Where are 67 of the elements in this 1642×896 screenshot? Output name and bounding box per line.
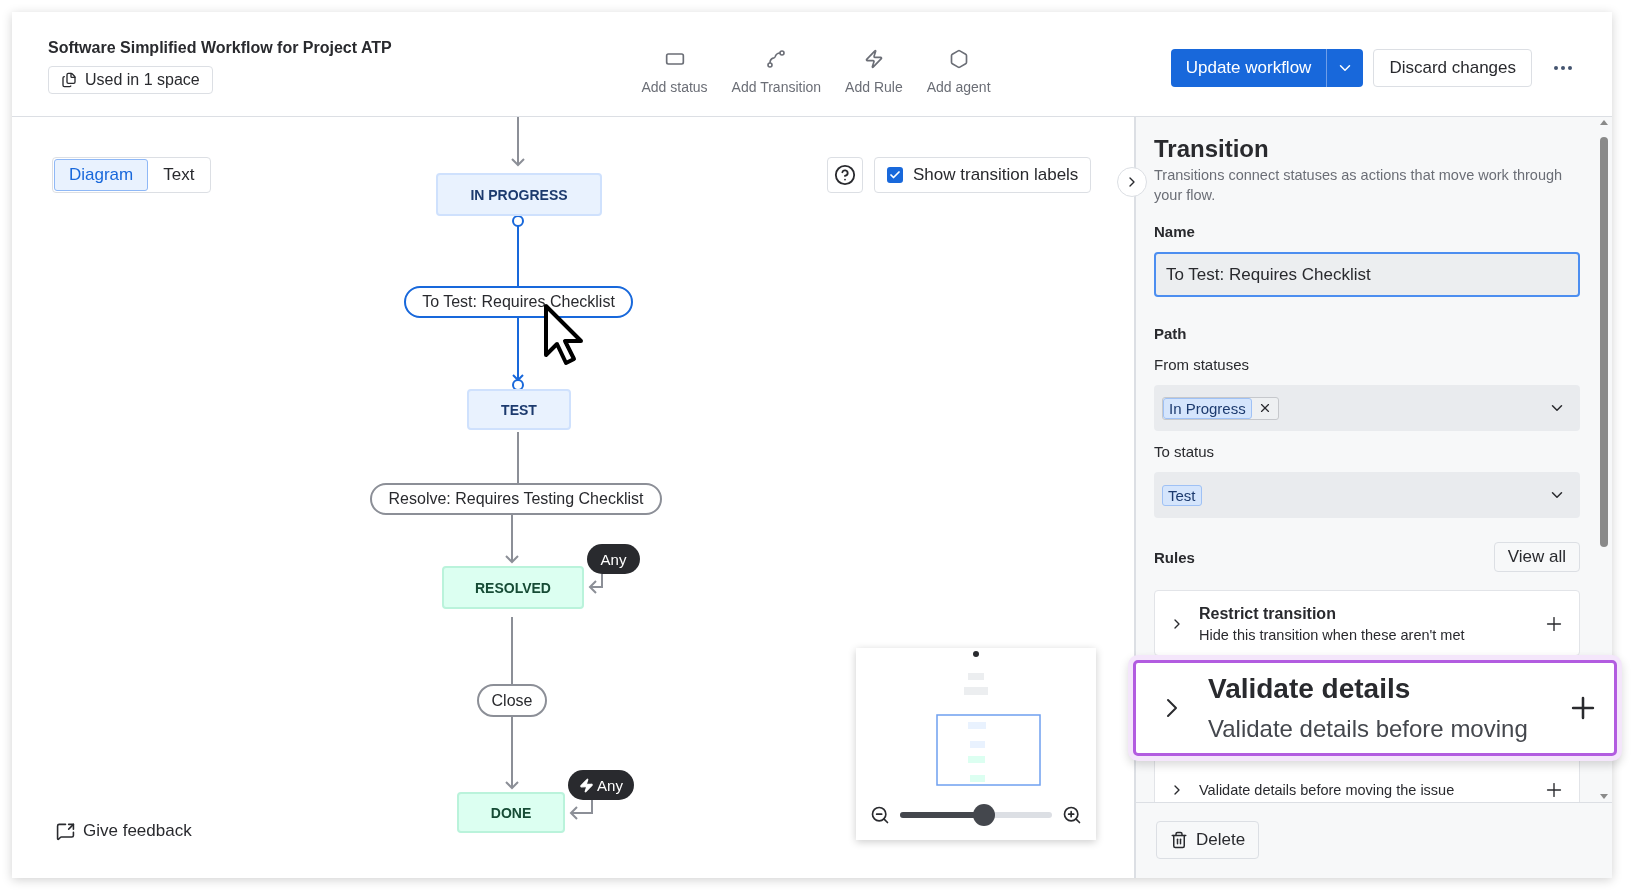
status-node[interactable]: TEST [467, 389, 571, 430]
section-label: Rules [1154, 548, 1195, 566]
view-tab[interactable]: Diagram [54, 159, 149, 191]
status-node[interactable]: IN PROGRESS [436, 173, 602, 216]
status-node[interactable]: DONE [457, 792, 565, 833]
update-workflow-button[interactable]: Update workflow [1170, 49, 1327, 87]
usage-button[interactable]: Used in 1 space [48, 66, 213, 94]
rule-card[interactable]: Restrict transition Hide this transition when these aren't met [1154, 590, 1580, 656]
scrollbar[interactable] [1598, 119, 1610, 800]
section-label: Path [1154, 325, 1188, 342]
name-input[interactable]: To Test: Requires Checklist [1154, 252, 1580, 297]
toolbar-button[interactable]: Add Transition [729, 45, 824, 99]
scroll-down-icon[interactable] [1599, 794, 1609, 800]
documents-icon [61, 72, 77, 88]
transition-label[interactable]: Close [477, 684, 547, 717]
help-icon [834, 164, 856, 186]
connector-arrow [569, 799, 593, 820]
zoom-out-icon[interactable] [870, 805, 890, 825]
hexagon-icon [948, 49, 969, 69]
minimap[interactable] [856, 648, 1096, 840]
panel-description: Transitions connect statuses as actions that move work through your flow. [1154, 166, 1564, 205]
help-button[interactable] [827, 157, 863, 193]
callout-title: Validate details [1208, 673, 1412, 705]
path-icon [766, 49, 787, 69]
status-tag: In Progress [1163, 397, 1252, 419]
global-transition-label[interactable]: Any [568, 770, 634, 800]
discard-button[interactable]: Discard changes [1373, 49, 1532, 87]
dropdown-button[interactable] [1326, 49, 1364, 87]
show-labels-checkbox[interactable]: Show transition labels [874, 157, 1092, 193]
collapse-panel-button[interactable] [1117, 167, 1147, 197]
transition-label[interactable]: To Test: Requires Checklist [404, 286, 633, 318]
toolbar-button[interactable]: Add agent [924, 45, 993, 99]
feedback-button[interactable]: Give feedback [52, 817, 196, 845]
toolbar-button[interactable]: Add status [639, 45, 710, 99]
transition-label[interactable]: Resolve: Requires Testing Checklist [370, 483, 662, 515]
scroll-up-icon[interactable] [1599, 119, 1609, 125]
delete-button[interactable]: Delete [1156, 821, 1260, 859]
more-icon [1554, 66, 1572, 70]
status-chip[interactable]: In Progress [1162, 396, 1279, 420]
lightning-icon [579, 777, 595, 793]
rule-description: Validate details before moving the issue [1199, 782, 1456, 798]
global-transition-label[interactable]: Any [587, 544, 640, 574]
to-status-select[interactable]: Test [1154, 472, 1580, 518]
lightning-icon [863, 49, 884, 69]
workflow-title: Software Simplified Workflow for Project ATP [48, 39, 392, 57]
check-icon [889, 169, 901, 181]
view-all-button[interactable]: View all [1493, 542, 1580, 572]
zoom-in-icon[interactable] [1062, 805, 1082, 825]
callout-description: Validate details before moving [1208, 715, 1529, 743]
status-node[interactable]: RESOLVED [442, 566, 584, 609]
feedback-icon [56, 821, 75, 841]
checkbox[interactable] [887, 167, 903, 183]
field-label: From statuses [1154, 356, 1251, 373]
toolbar-button[interactable]: Add Rule [843, 45, 905, 99]
panel-title: Transition [1154, 135, 1270, 163]
checkbox-label: Show transition labels [913, 165, 1079, 185]
connector-arrow [588, 573, 603, 594]
from-status-select[interactable]: In Progress [1154, 385, 1580, 431]
trash-icon [1170, 831, 1188, 849]
field-label: To status [1154, 443, 1216, 460]
rule-description: Hide this transition when these aren't met [1199, 627, 1466, 643]
field-label: Name [1154, 223, 1196, 240]
rule-title: Restrict transition [1199, 605, 1337, 623]
zoom-slider[interactable] [900, 804, 1052, 826]
slider-thumb[interactable] [972, 804, 995, 826]
status-tag: Test [1162, 484, 1202, 506]
connector-arrow [511, 117, 525, 167]
